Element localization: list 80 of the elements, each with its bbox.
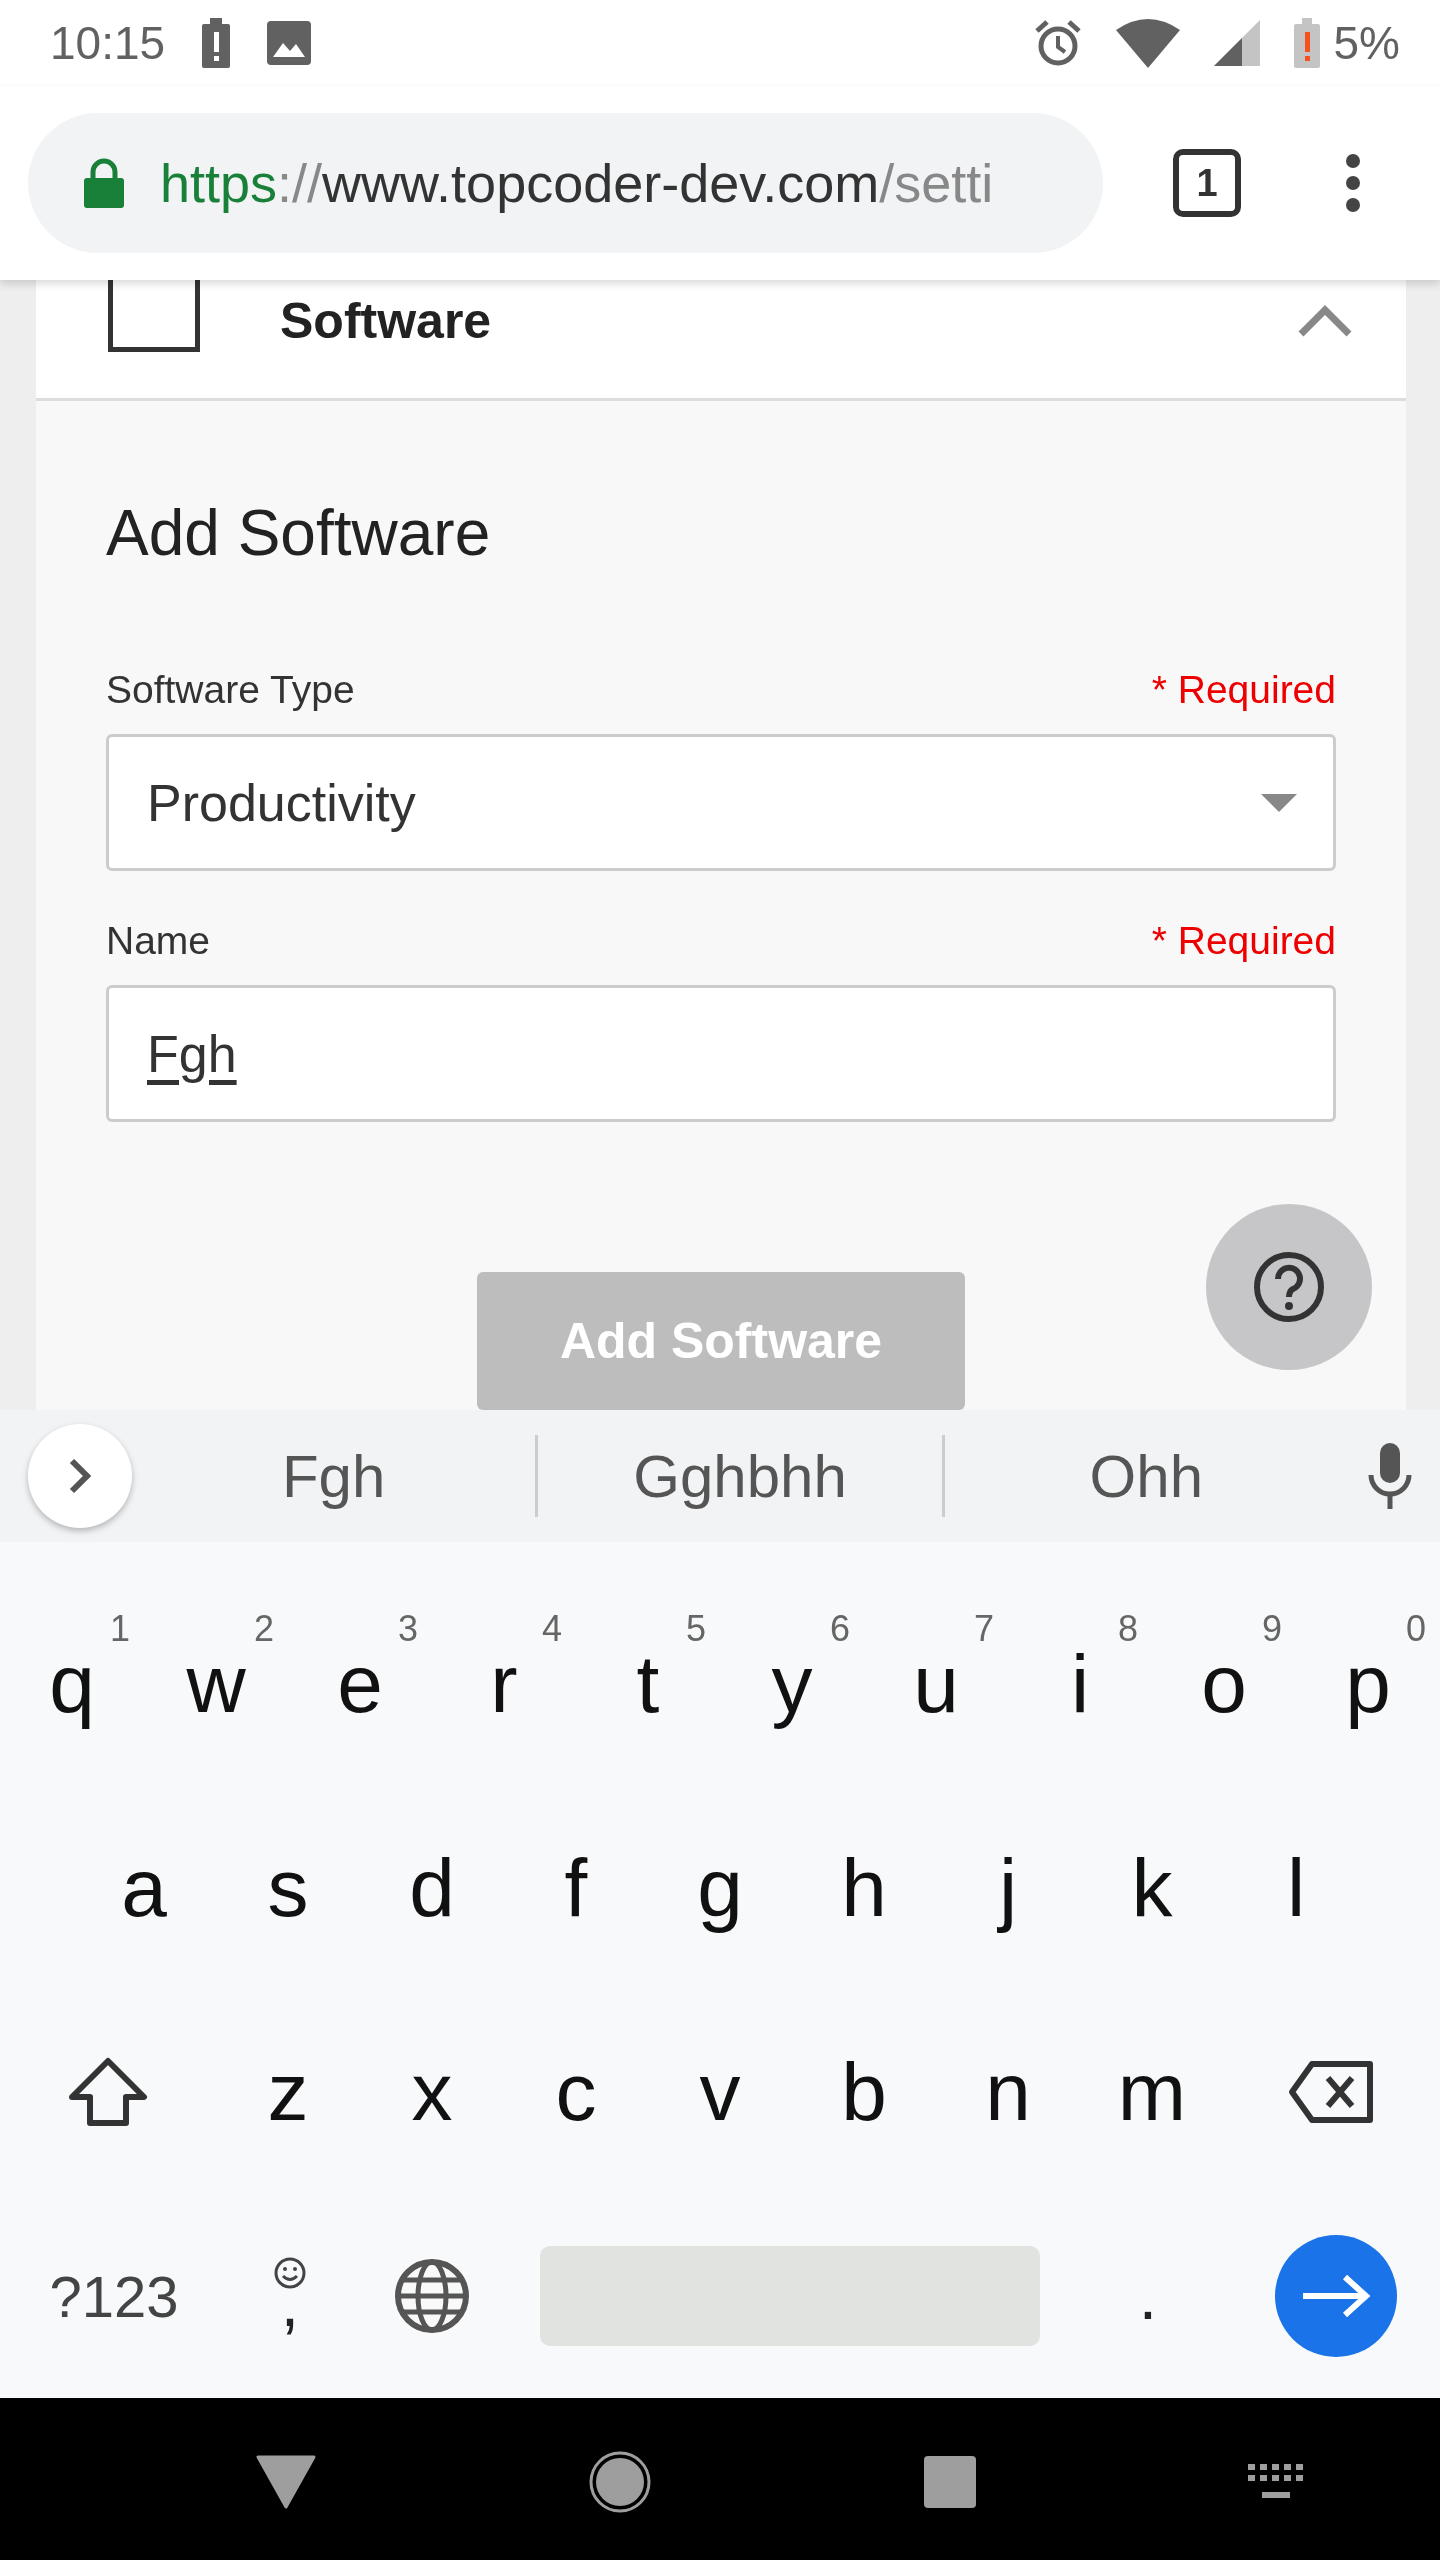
field-label: Software Type (106, 668, 355, 712)
suggestion[interactable]: Gghbhh (538, 1441, 942, 1511)
signal-icon (1213, 20, 1260, 66)
address-bar[interactable]: https://www.topcoder-dev.com/setti (28, 113, 1103, 253)
key-number-hint: 2 (253, 1608, 274, 1650)
letter-key[interactable]: b (792, 1990, 936, 2194)
letter-key[interactable]: o 9 (1152, 1582, 1296, 1786)
letter-key[interactable]: a (72, 1786, 216, 1990)
lock-icon (84, 158, 124, 208)
suggestion[interactable]: Fgh (132, 1441, 536, 1511)
arrow-right-icon (1301, 2274, 1371, 2318)
letter-key[interactable]: x (360, 1990, 504, 2194)
letter-key[interactable]: y 6 (720, 1582, 864, 1786)
chevron-icon[interactable] (1298, 304, 1352, 338)
select-value: Productivity (147, 772, 416, 833)
letter-key[interactable]: w 2 (144, 1582, 288, 1786)
suggestion[interactable]: Ohh (944, 1441, 1348, 1511)
required-note: * Required (1151, 919, 1336, 963)
letter-key[interactable]: t 5 (576, 1582, 720, 1786)
letter-key[interactable]: l (1224, 1786, 1368, 1990)
wifi-icon (1115, 18, 1180, 68)
key-number-hint: 5 (685, 1608, 706, 1650)
back-icon[interactable] (256, 2454, 316, 2509)
home-icon[interactable] (588, 2449, 652, 2514)
letter-key[interactable]: j (936, 1786, 1080, 1990)
status-time: 10:15 (50, 16, 166, 70)
globe-icon (394, 2258, 470, 2334)
input-value: Fgh (147, 1023, 237, 1084)
letter-key[interactable]: n (936, 1990, 1080, 2194)
microphone-icon[interactable] (1368, 1443, 1412, 1509)
letter-key[interactable]: m (1080, 1990, 1224, 2194)
key-number-hint: 1 (109, 1608, 130, 1650)
field-label: Name (106, 919, 211, 963)
name-input-field[interactable]: Fgh (106, 985, 1336, 1122)
form-heading: Add Software (106, 496, 492, 570)
letter-key[interactable]: i 8 (1008, 1582, 1152, 1786)
keyboard-icon[interactable] (1248, 2463, 1304, 2500)
letter-key[interactable]: g (648, 1786, 792, 1990)
help-icon (1253, 1251, 1325, 1323)
key-number-hint: 8 (1117, 1608, 1138, 1650)
letter-key[interactable]: q 1 (0, 1582, 144, 1786)
letter-key[interactable]: k (1080, 1786, 1224, 1990)
image-icon (267, 21, 312, 65)
letter-key[interactable]: u 7 (864, 1582, 1008, 1786)
url-text: https://www.topcoder-dev.com/setti (160, 152, 994, 214)
comma-label: , (280, 2270, 300, 2336)
letter-key[interactable]: c (504, 1990, 648, 2194)
section-title: Software (280, 292, 492, 350)
dropdown-arrow-icon (1261, 793, 1297, 812)
letter-key[interactable]: p 0 (1296, 1582, 1440, 1786)
emoji-icon (273, 2256, 307, 2290)
period-key[interactable]: . (1040, 2258, 1256, 2334)
required-note: * Required (1151, 668, 1336, 712)
letter-key[interactable]: h (792, 1786, 936, 1990)
key-number-hint: 6 (829, 1608, 850, 1650)
key-number-hint: 4 (541, 1608, 562, 1650)
letter-key[interactable]: z (216, 1990, 360, 2194)
shift-icon (68, 2057, 148, 2127)
letter-key[interactable]: f (504, 1786, 648, 1990)
recents-icon[interactable] (924, 2455, 976, 2508)
software-type-select[interactable]: Productivity (106, 734, 1336, 871)
alarm-clock-icon (1033, 19, 1082, 67)
menu-icon[interactable] (1343, 153, 1363, 213)
symbols-key[interactable]: ?123 (24, 2262, 204, 2330)
letter-key[interactable]: d (360, 1786, 504, 1990)
key-number-hint: 7 (973, 1608, 994, 1650)
letter-key[interactable]: v (648, 1990, 792, 2194)
key-number-hint: 3 (397, 1608, 418, 1650)
key-number-hint: 9 (1261, 1608, 1282, 1650)
letter-key[interactable]: s (216, 1786, 360, 1990)
chevron-right-icon (69, 1458, 91, 1494)
expand-suggestions-button[interactable] (28, 1424, 132, 1528)
letter-key[interactable]: r 4 (432, 1582, 576, 1786)
battery-low-icon (1293, 18, 1320, 68)
key-number-hint: 0 (1405, 1608, 1426, 1650)
backspace-icon (1288, 2060, 1376, 2124)
battery-percent: 5% (1333, 16, 1400, 70)
comma-key[interactable]: , (204, 2256, 376, 2336)
letter-key[interactable]: e 3 (288, 1582, 432, 1786)
tab-count-button[interactable]: 1 (1173, 149, 1241, 217)
